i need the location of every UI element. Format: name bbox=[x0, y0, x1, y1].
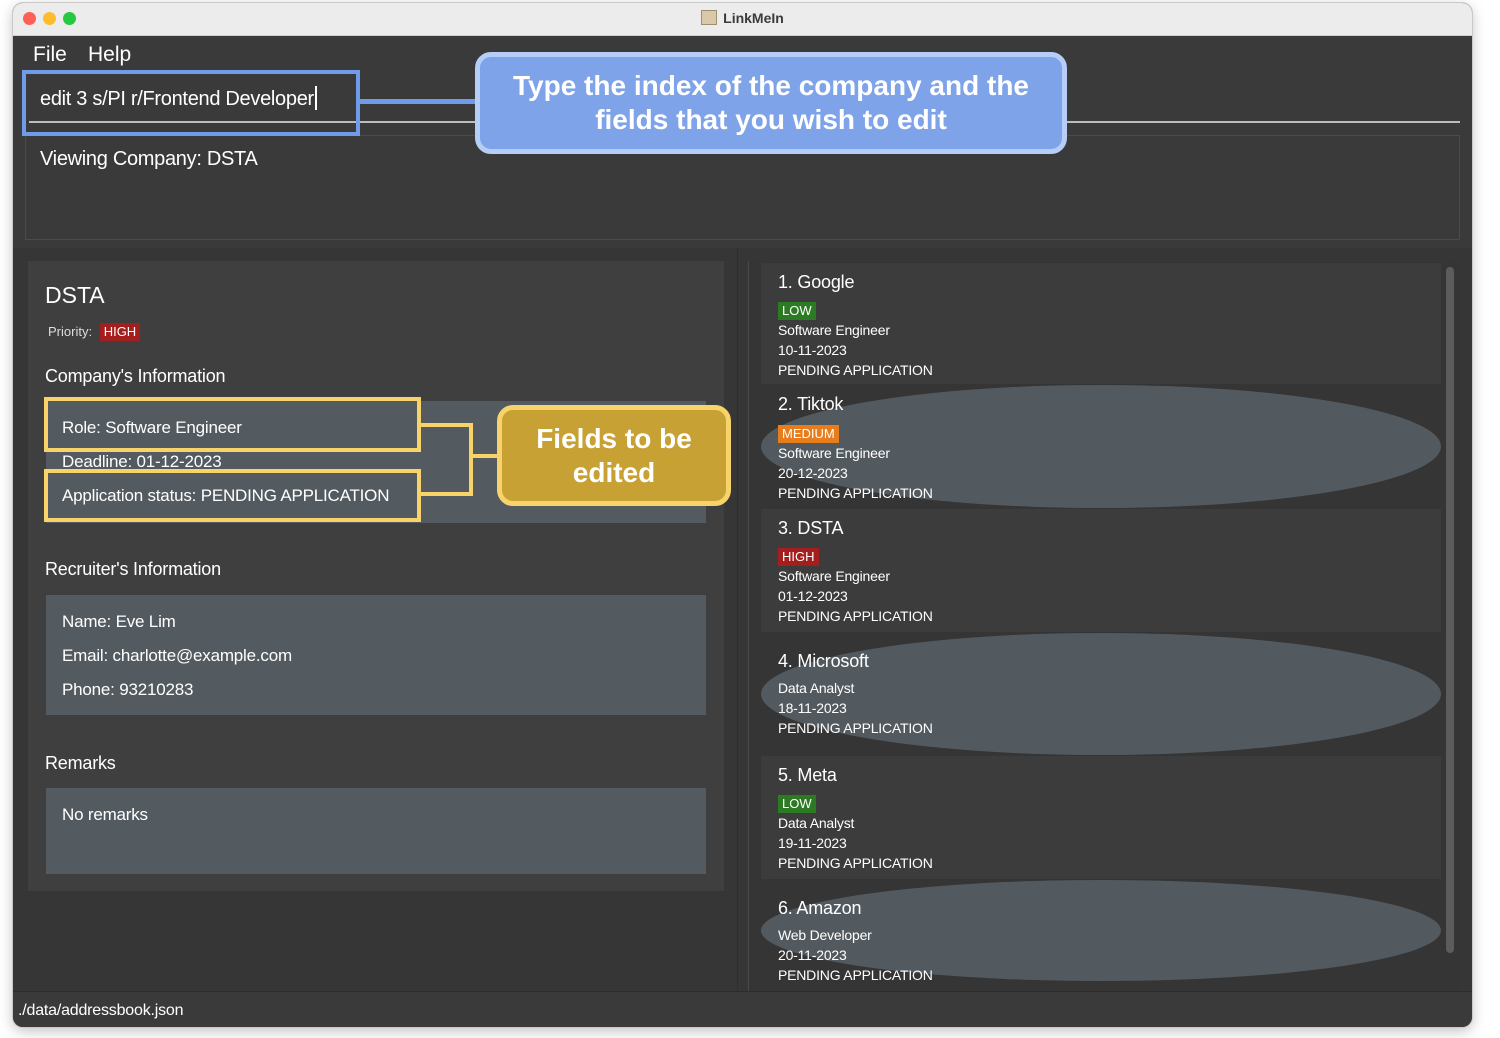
company-card-title: 6. Amazon bbox=[778, 898, 862, 918]
command-callout: Type the index of the company and the fi… bbox=[475, 52, 1067, 154]
company-card[interactable]: 2. Tiktok MEDIUM Software Engineer 20-12… bbox=[761, 385, 1441, 508]
company-card[interactable]: 1. Google LOW Software Engineer 10-11-20… bbox=[761, 263, 1441, 384]
remarks-box: No remarks bbox=[46, 788, 706, 874]
menu-file[interactable]: File bbox=[33, 43, 67, 67]
company-card[interactable]: 4. Microsoft Data Analyst 18-11-2023 PEN… bbox=[761, 633, 1441, 755]
company-card-status: PENDING APPLICATION bbox=[778, 608, 933, 624]
role-highlight-box bbox=[44, 397, 421, 452]
recruiter-info-box: Name: Eve Lim Email: charlotte@example.c… bbox=[46, 595, 706, 715]
bracket-connector bbox=[469, 423, 473, 496]
title-bar: LinkMeIn bbox=[13, 3, 1472, 36]
priority-label: Priority: bbox=[48, 324, 93, 339]
company-card-role: Software Engineer bbox=[778, 445, 890, 461]
company-card-priority: LOW bbox=[778, 795, 816, 813]
company-card-title: 2. Tiktok bbox=[778, 394, 844, 414]
recruiter-phone: Phone: 93210283 bbox=[62, 680, 194, 699]
company-card-title: 5. Meta bbox=[778, 765, 837, 785]
app-icon bbox=[701, 10, 718, 25]
command-callout-connector bbox=[360, 99, 476, 104]
recruiter-email: Email: charlotte@example.com bbox=[62, 646, 292, 665]
fields-callout: Fields to be edited bbox=[497, 405, 731, 506]
detail-priority-row: Priority: HIGH bbox=[48, 323, 141, 341]
window-title-container: LinkMeIn bbox=[13, 10, 1472, 26]
company-card-deadline: 01-12-2023 bbox=[778, 588, 848, 604]
list-scrollbar[interactable] bbox=[1446, 267, 1454, 953]
split-divider[interactable] bbox=[737, 248, 738, 991]
company-card-status: PENDING APPLICATION bbox=[778, 967, 933, 983]
company-card-status: PENDING APPLICATION bbox=[778, 855, 933, 871]
detail-company-name: DSTA bbox=[45, 282, 105, 308]
remarks-heading: Remarks bbox=[45, 753, 116, 773]
status-bar: ./data/addressbook.json bbox=[13, 991, 1472, 1027]
company-card-priority: MEDIUM bbox=[778, 425, 839, 443]
company-card-status: PENDING APPLICATION bbox=[778, 720, 933, 736]
main-split-pane: DSTA Priority: HIGH Company's Informatio… bbox=[13, 248, 1472, 991]
company-card-status: PENDING APPLICATION bbox=[778, 362, 933, 378]
recruiter-info-heading: Recruiter's Information bbox=[45, 559, 221, 579]
company-card-priority: LOW bbox=[778, 302, 816, 320]
company-card-role: Software Engineer bbox=[778, 322, 890, 338]
company-card[interactable]: 6. Amazon Web Developer 20-11-2023 PENDI… bbox=[761, 880, 1441, 983]
status-highlight-box bbox=[44, 469, 421, 522]
window-title: LinkMeIn bbox=[723, 10, 784, 26]
menu-help[interactable]: Help bbox=[88, 43, 131, 67]
company-card[interactable]: 3. DSTA HIGH Software Engineer 01-12-202… bbox=[761, 509, 1441, 632]
status-connector bbox=[421, 492, 473, 496]
company-card-role: Software Engineer bbox=[778, 568, 890, 584]
company-card-role: Data Analyst bbox=[778, 815, 855, 831]
result-text: Viewing Company: DSTA bbox=[40, 148, 258, 170]
data-file-path: ./data/addressbook.json bbox=[18, 1002, 184, 1019]
company-card-role: Web Developer bbox=[778, 927, 872, 943]
fields-callout-connector bbox=[473, 454, 499, 458]
company-card-deadline: 18-11-2023 bbox=[778, 700, 847, 716]
company-info-heading: Company's Information bbox=[45, 366, 226, 386]
company-list-panel: 1. Google LOW Software Engineer 10-11-20… bbox=[748, 261, 1459, 991]
company-card-status: PENDING APPLICATION bbox=[778, 485, 933, 501]
role-connector bbox=[421, 423, 473, 427]
company-card-title: 3. DSTA bbox=[778, 518, 844, 538]
company-card-priority: HIGH bbox=[778, 548, 819, 566]
company-card-deadline: 20-11-2023 bbox=[778, 947, 847, 963]
company-card-title: 4. Microsoft bbox=[778, 651, 869, 671]
command-highlight-box bbox=[22, 70, 360, 136]
company-card-title: 1. Google bbox=[778, 272, 855, 292]
recruiter-name: Name: Eve Lim bbox=[62, 612, 176, 631]
company-card-deadline: 10-11-2023 bbox=[778, 342, 847, 358]
company-card-deadline: 20-12-2023 bbox=[778, 465, 848, 481]
company-card[interactable]: 5. Meta LOW Data Analyst 19-11-2023 PEND… bbox=[761, 756, 1441, 879]
company-card-role: Data Analyst bbox=[778, 680, 855, 696]
company-detail-panel: DSTA Priority: HIGH Company's Informatio… bbox=[28, 261, 724, 891]
priority-badge: HIGH bbox=[99, 323, 141, 341]
remarks-text: No remarks bbox=[62, 805, 148, 824]
company-card-deadline: 19-11-2023 bbox=[778, 835, 847, 851]
